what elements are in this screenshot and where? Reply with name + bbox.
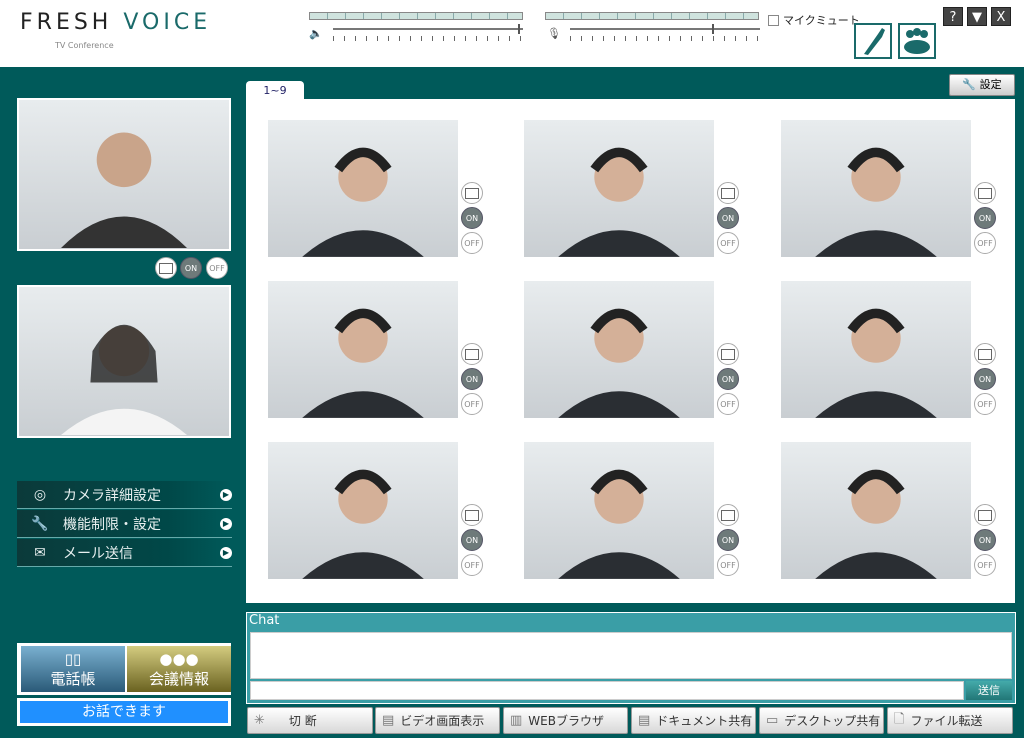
phonebook-button[interactable]: ▯▯ 電話帳 (21, 646, 125, 692)
participant-6-off-button[interactable]: OFF (974, 393, 996, 415)
pen-icon (864, 28, 885, 55)
arrow-right-icon: ▶ (220, 546, 232, 559)
chat-log (250, 632, 1012, 679)
participant-3-screen-button[interactable] (974, 182, 996, 204)
participant-video-5 (524, 281, 714, 418)
status-bar: お話できます (17, 698, 231, 726)
monitor-icon: ▭ (766, 713, 779, 728)
participant-7-on-button[interactable]: ON (461, 529, 483, 551)
mic-icon: 🎙 (547, 27, 561, 40)
participant-6-on-button[interactable]: ON (974, 368, 996, 390)
browser-icon: ▥ (510, 713, 523, 728)
group-icon: ●●● (159, 650, 199, 668)
chat-input[interactable] (250, 681, 964, 700)
participant-3-off-button[interactable]: OFF (974, 232, 996, 254)
participant-2-off-button[interactable]: OFF (717, 232, 739, 254)
participant-4-on-button[interactable]: ON (461, 368, 483, 390)
disconnect-icon: ✳ (254, 713, 265, 728)
file-transfer-button[interactable]: 🗋 ファイル転送 (887, 707, 1013, 734)
self-screen-button[interactable] (155, 257, 177, 279)
participant-4-off-button[interactable]: OFF (461, 393, 483, 415)
participant-1-screen-button[interactable] (461, 182, 483, 204)
document-share-button[interactable]: ▤ ドキュメント共有 (631, 707, 756, 734)
mic-volume-slider[interactable] (570, 24, 760, 42)
participant-2-screen-button[interactable] (717, 182, 739, 204)
participant-8-on-button[interactable]: ON (717, 529, 739, 551)
mic-mute-checkbox[interactable]: マイクミュート (768, 12, 860, 28)
participant-9-on-button[interactable]: ON (974, 529, 996, 551)
mail-icon: ✉ (34, 544, 46, 561)
arrow-right-icon: ▶ (220, 488, 232, 501)
participant-video-1 (268, 120, 458, 257)
wrench-icon: 🔧 (31, 515, 49, 532)
participant-3-on-button[interactable]: ON (974, 207, 996, 229)
participants-button[interactable] (898, 23, 936, 59)
participant-video-8 (524, 442, 714, 579)
participant-9-off-button[interactable]: OFF (974, 554, 996, 576)
participant-5-off-button[interactable]: OFF (717, 393, 739, 415)
camera-icon: ◎ (33, 486, 47, 503)
book-icon: ▯▯ (64, 650, 82, 668)
self-on-button[interactable]: ON (180, 257, 202, 279)
logo-subtitle: TV Conference (55, 41, 114, 50)
arrow-right-icon: ▶ (220, 517, 232, 530)
self-off-button[interactable]: OFF (206, 257, 228, 279)
participant-4-screen-button[interactable] (461, 343, 483, 365)
participant-7-off-button[interactable]: OFF (461, 554, 483, 576)
participant-1-off-button[interactable]: OFF (461, 232, 483, 254)
self-video (17, 98, 231, 251)
menu-camera-settings[interactable]: ◎ カメラ詳細設定 ▶ (17, 481, 232, 509)
participant-video-2 (524, 120, 714, 257)
top-bar: FRESH VOICE TV Conference 🔈 🎙 マイクミュート ? … (0, 0, 1024, 67)
speaker-volume-slider[interactable] (333, 24, 523, 42)
desktop-share-button[interactable]: ▭ デスクトップ共有 (759, 707, 884, 734)
settings-button[interactable]: 🔧 設定 (949, 74, 1015, 96)
chat-panel: Chat 送信 (246, 612, 1016, 704)
menu-send-mail[interactable]: ✉ メール送信 ▶ (17, 539, 232, 567)
participant-video-9 (781, 442, 971, 579)
document-icon: ▤ (638, 713, 651, 728)
participant-5-screen-button[interactable] (717, 343, 739, 365)
participant-7-screen-button[interactable] (461, 504, 483, 526)
participant-2-on-button[interactable]: ON (717, 207, 739, 229)
web-browser-button[interactable]: ▥ WEBブラウザ (503, 707, 628, 734)
participant-6-screen-button[interactable] (974, 343, 996, 365)
speaker-level-meter (309, 12, 523, 20)
meeting-info-button[interactable]: ●●● 会議情報 (127, 646, 231, 692)
pointer-tool-button[interactable] (854, 23, 892, 59)
participant-5-on-button[interactable]: ON (717, 368, 739, 390)
send-button[interactable]: 送信 (966, 681, 1012, 700)
mic-level-meter (545, 12, 759, 20)
wrench-icon: 🔧 (962, 78, 977, 91)
remote-video (17, 285, 231, 438)
participant-video-3 (781, 120, 971, 257)
participant-8-screen-button[interactable] (717, 504, 739, 526)
participant-video-6 (781, 281, 971, 418)
participant-9-screen-button[interactable] (974, 504, 996, 526)
film-icon: ▤ (382, 713, 395, 728)
group-icon (904, 28, 930, 54)
participant-video-7 (268, 442, 458, 579)
logo: FRESH VOICE (20, 10, 212, 35)
video-display-button[interactable]: ▤ ビデオ画面表示 (375, 707, 500, 734)
video-grid: ON OFF ON OFF ON OFF ON OFF ON OFF ON OFF ON OFF ON OFF… (246, 99, 1015, 603)
participant-8-off-button[interactable]: OFF (717, 554, 739, 576)
chat-title: Chat (249, 613, 280, 628)
speaker-icon: 🔈 (309, 27, 323, 40)
tab-1-9[interactable]: 1~9 (246, 81, 304, 100)
help-button[interactable]: ? (943, 7, 963, 26)
close-button[interactable]: X (991, 7, 1011, 26)
file-transfer-icon: 🗋 (894, 711, 905, 727)
disconnect-button[interactable]: ✳ 切 断 (247, 707, 373, 734)
minimize-button[interactable]: ▼ (967, 7, 987, 26)
participant-video-4 (268, 281, 458, 418)
menu-function-settings[interactable]: 🔧 機能制限・設定 ▶ (17, 510, 232, 538)
participant-1-on-button[interactable]: ON (461, 207, 483, 229)
